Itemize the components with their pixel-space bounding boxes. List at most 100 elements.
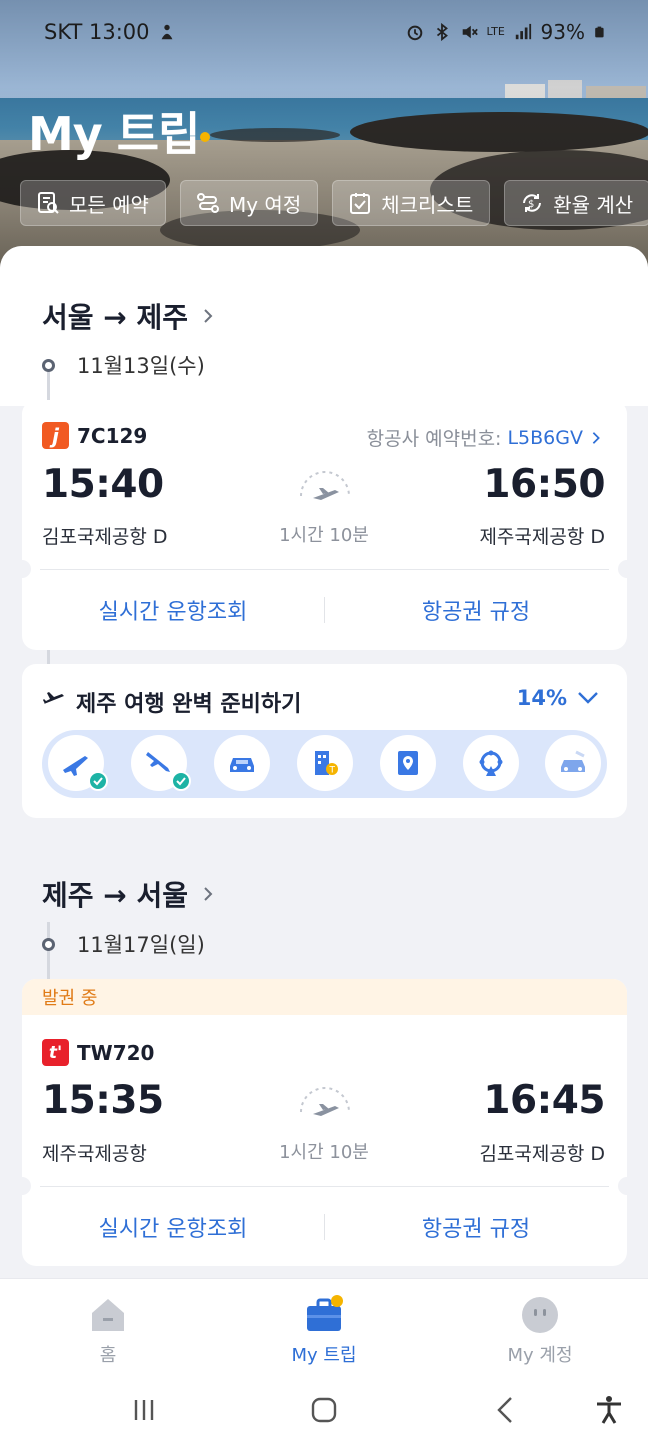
chevron-down-icon [578, 692, 598, 704]
currency-calculator-button[interactable]: $ 환율 계산 [504, 180, 648, 226]
quick-action-bar: 모든 예약 My 여정 체크리스트 $ 환율 계산 [20, 180, 648, 226]
checklist-label: 체크리스트 [381, 192, 474, 217]
svg-text:T: T [329, 766, 336, 776]
checklist-button[interactable]: 체크리스트 [332, 180, 491, 226]
trip-date-return: 11월17일(일) [42, 929, 205, 959]
alarm-icon [407, 25, 422, 41]
trip-route-outbound[interactable]: 서울 → 제주 [42, 296, 216, 336]
battery-percent: 93% [540, 20, 585, 44]
page-title: My 트립 [28, 107, 200, 161]
nav-my-trip-label: My 트립 [291, 1345, 357, 1366]
person-notification-icon [161, 24, 172, 40]
booking-code: L5B6GV [507, 426, 583, 449]
flight-duration: 1시간 10분 [279, 525, 369, 546]
trip-list: 서울 → 제주 11월13일(수) j 7C129 항공사 예약번호: L5B6… [0, 246, 648, 1280]
booking-label: 항공사 예약번호: [366, 428, 502, 450]
mute-icon [462, 25, 478, 39]
map-pin-icon [398, 751, 418, 775]
hotel-icon: T [315, 751, 338, 776]
ticket-rules-button[interactable]: 항공권 규정 [325, 1211, 627, 1243]
chevron-right-icon [592, 431, 600, 444]
chevron-right-icon [204, 887, 213, 901]
trip-route-return[interactable]: 제주 → 서울 [42, 874, 216, 914]
prep-percent: 14% [516, 686, 567, 710]
bluetooth-icon [436, 23, 448, 41]
airline-info: j 7C129 [42, 422, 147, 449]
trip-date: 11월17일(일) [77, 933, 205, 957]
trip-prep-card[interactable]: 제주 여행 완벽 준비하기 14% T [22, 664, 627, 818]
step-map[interactable] [380, 735, 436, 791]
system-navigation-bar [0, 1380, 648, 1440]
home-icon [92, 1299, 124, 1331]
prep-progress-toggle[interactable]: 14% [517, 686, 599, 710]
step-hotel[interactable]: T [297, 735, 353, 791]
activity-icon [479, 750, 503, 776]
done-check-icon [171, 771, 191, 791]
nav-home-label: 홈 [99, 1345, 117, 1366]
arrival-time: 16:45 [483, 1078, 605, 1123]
all-reservations-button[interactable]: 모든 예약 [20, 180, 166, 226]
route-title: 제주 → 서울 [42, 879, 188, 912]
svg-text:$: $ [528, 199, 534, 210]
recent-apps-icon [134, 1400, 154, 1420]
nav-my-account[interactable]: My 계정 [480, 1295, 600, 1367]
ticket-rules-button[interactable]: 항공권 규정 [325, 594, 627, 626]
status-bar: SKT 13:00 LTE 93% [0, 14, 648, 52]
nav-my-trip[interactable]: My 트립 [264, 1295, 384, 1367]
checklist-icon [350, 193, 371, 214]
network-type: LTE [486, 25, 505, 38]
step-activity[interactable] [463, 735, 519, 791]
step-car-rental[interactable] [214, 735, 270, 791]
arrival-airport: 김포국제공항 D [479, 1143, 605, 1165]
chevron-right-icon [204, 309, 213, 323]
nav-my-account-label: My 계정 [507, 1345, 573, 1366]
realtime-flight-status-button[interactable]: 실시간 운항조회 [22, 594, 324, 626]
ticket-issuing-banner: 발권 중 [22, 979, 627, 1015]
my-itinerary-label: My 여정 [228, 192, 302, 217]
departure-airport: 제주국제공항 [42, 1143, 147, 1165]
currency-exchange-icon: $ [523, 194, 542, 212]
accessibility-icon [597, 1396, 621, 1424]
timeline-dot [42, 358, 55, 372]
step-taxi[interactable] [545, 735, 601, 791]
departure-flight-icon [63, 756, 88, 776]
step-arrival-flight[interactable] [131, 735, 191, 791]
done-check-icon [88, 771, 108, 791]
back-chevron-icon [497, 1397, 512, 1423]
arrival-time: 16:50 [483, 462, 605, 507]
flight-duration: 1시간 10분 [279, 1142, 369, 1163]
bottom-navigation: 홈 My 트립 My 계정 [0, 1278, 648, 1380]
accessibility-button[interactable] [589, 1390, 629, 1430]
realtime-flight-status-button[interactable]: 실시간 운항조회 [22, 1211, 324, 1243]
recent-apps-button[interactable] [124, 1390, 164, 1430]
airplane-icon [43, 692, 64, 704]
home-system-button[interactable] [304, 1390, 344, 1430]
departure-airport: 김포국제공항 D [42, 526, 168, 548]
briefcase-icon [307, 1295, 343, 1331]
my-itinerary-button[interactable]: My 여정 [179, 180, 319, 226]
home-circle-icon [311, 1397, 337, 1423]
flight-number: TW720 [77, 1040, 155, 1065]
car-rental-icon [230, 758, 254, 772]
signal-icon [515, 23, 531, 40]
flight-card-outbound[interactable]: j 7C129 항공사 예약번호: L5B6GV 15:40 16:50 김포국… [22, 400, 627, 650]
airline-info: t' TW720 [42, 1039, 154, 1066]
step-departure-flight[interactable] [48, 735, 108, 791]
route-title: 서울 → 제주 [42, 301, 188, 334]
all-reservations-label: 모든 예약 [69, 192, 149, 217]
status-time: SKT 13:00 [44, 20, 150, 44]
jejuair-logo-icon: j [42, 422, 69, 449]
battery-icon [595, 26, 604, 38]
flight-card-return[interactable]: 발권 중 t' TW720 15:35 16:45 제주국제공항 1시간 10분… [22, 979, 627, 1266]
back-button[interactable] [487, 1390, 527, 1430]
route-icon [196, 193, 219, 213]
title-accent-dot [200, 132, 210, 142]
trip-date-outbound: 11월13일(수) [42, 350, 205, 380]
nav-home[interactable]: 홈 [48, 1295, 168, 1367]
prep-steps: T [42, 730, 607, 798]
arrival-airport: 제주국제공항 D [479, 526, 605, 548]
departure-time: 15:35 [42, 1078, 164, 1123]
receipt-search-icon [38, 192, 59, 214]
flight-path-icon [300, 1087, 350, 1116]
booking-number-link[interactable]: 항공사 예약번호: L5B6GV [367, 424, 603, 451]
